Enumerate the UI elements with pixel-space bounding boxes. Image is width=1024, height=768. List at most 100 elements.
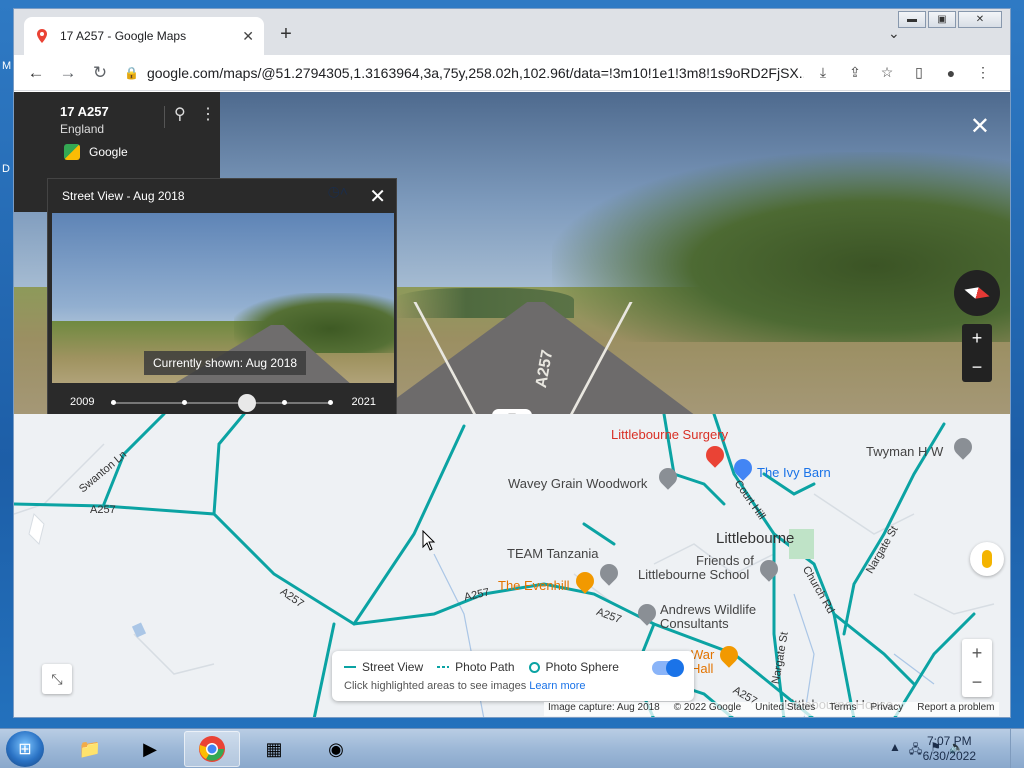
profile-avatar-icon[interactable]: ●	[938, 60, 964, 86]
street-view-layer-toggle[interactable]	[652, 659, 684, 677]
tab-close-icon[interactable]: ✕	[242, 28, 254, 45]
browser-menu-icon[interactable]: ⋮	[970, 60, 996, 86]
history-clock-icon[interactable]: ◷˄	[328, 184, 348, 199]
year-end-label: 2021	[351, 396, 376, 408]
slider-tick[interactable]	[182, 400, 187, 405]
slider-tick[interactable]	[328, 400, 333, 405]
time-travel-panel: ◷˄ Street View - Aug 2018 ✕ Currently sh…	[47, 178, 397, 424]
map-zoom-controls: + −	[962, 639, 992, 697]
place-littlebourne[interactable]: Littlebourne	[716, 530, 794, 547]
poi-war[interactable]: War	[691, 647, 714, 662]
back-button[interactable]: ←	[20, 57, 52, 89]
slider-tick[interactable]	[111, 400, 116, 405]
poi-twyman-hw[interactable]: Twyman H W	[866, 444, 943, 459]
historic-preview-image[interactable]: Currently shown: Aug 2018	[52, 213, 394, 383]
close-time-travel-icon[interactable]: ✕	[369, 184, 386, 209]
side-panel-icon[interactable]: ▯	[906, 60, 932, 86]
photo-path-line-icon	[437, 666, 450, 668]
source-label: Google	[89, 145, 128, 159]
close-street-view-icon[interactable]: ✕	[970, 112, 990, 141]
poi-andrews-wildlife[interactable]: Andrews Wildlife	[660, 602, 756, 617]
street-view-legend: Street View Photo Path Photo Sphere Clic…	[332, 651, 694, 701]
tray-expand-icon[interactable]: ▲	[889, 740, 901, 761]
legend-photo-path: Photo Path	[437, 660, 515, 674]
tab-title: 17 A257 - Google Maps	[60, 29, 187, 43]
network-icon[interactable]: 🖧	[909, 740, 922, 761]
country-link[interactable]: United States	[755, 702, 815, 716]
divider	[164, 106, 165, 128]
address-region: England	[60, 122, 105, 136]
map-footer: Image capture: Aug 2018 © 2022 Google Un…	[544, 702, 999, 716]
learn-more-link[interactable]: Learn more	[529, 680, 585, 692]
legend-label: Photo Sphere	[545, 660, 619, 674]
slider-tick[interactable]	[282, 400, 287, 405]
desktop-icon-label: D	[2, 163, 10, 175]
start-button[interactable]: ⊞	[6, 731, 44, 767]
browser-window: 17 A257 - Google Maps ✕ + ⌄ ▬ ▣ ✕ ← → ↻ …	[13, 8, 1011, 718]
system-clock[interactable]: 7:07 PM 6/30/2022	[923, 734, 976, 764]
street-view-zoom: + −	[962, 324, 992, 382]
maximize-button[interactable]: ▣	[928, 11, 956, 28]
bookmark-star-icon[interactable]: ☆	[874, 60, 900, 86]
location-pin-icon[interactable]: ⚲	[174, 104, 186, 124]
terms-link[interactable]: Terms	[829, 702, 856, 716]
pegman-icon[interactable]	[970, 542, 1004, 576]
poi-friends-of[interactable]: Friends of	[696, 553, 754, 568]
share-icon[interactable]: ⇪	[842, 60, 868, 86]
tab-google-maps[interactable]: 17 A257 - Google Maps ✕	[24, 17, 264, 55]
compass-icon[interactable]	[954, 270, 1000, 316]
tab-strip: 17 A257 - Google Maps ✕ + ⌄ ▬ ▣ ✕	[14, 9, 1010, 55]
chrome-icon	[199, 736, 225, 762]
poi-wavey-grain-woodwork[interactable]: Wavey Grain Woodwork	[508, 476, 647, 491]
explorer-taskbar-icon[interactable]: 📁	[62, 731, 118, 767]
forward-button[interactable]: →	[52, 57, 84, 89]
year-start-label: 2009	[70, 396, 95, 408]
fullscreen-icon[interactable]: ⤡	[42, 664, 72, 694]
street-view-line-icon	[344, 666, 356, 668]
control-panel-taskbar-icon[interactable]: ▦	[246, 731, 302, 767]
slider-track[interactable]	[111, 402, 331, 404]
poi-the-evenhill[interactable]: The Evenhill	[498, 578, 570, 593]
minimize-button[interactable]: ▬	[898, 11, 926, 28]
chrome-taskbar-icon[interactable]	[184, 731, 240, 767]
toolbar-icons: ⤓ ⇪ ☆ ▯ ● ⋮	[810, 60, 996, 86]
map-zoom-in-button[interactable]: +	[962, 639, 992, 668]
poi-andrews-wildlife-consultants[interactable]: Consultants	[660, 616, 729, 631]
reload-button[interactable]: ↻	[84, 57, 116, 89]
privacy-link[interactable]: Privacy	[870, 702, 903, 716]
poi-team-tanzania[interactable]: TEAM Tanzania	[507, 546, 599, 561]
panorama-trees	[552, 152, 1010, 342]
road-a257: A257	[90, 504, 116, 516]
install-app-icon[interactable]: ⤓	[810, 60, 836, 86]
slider-handle[interactable]	[238, 394, 257, 412]
clock-time: 7:07 PM	[926, 734, 972, 748]
poi-the-ivy-barn[interactable]: The Ivy Barn	[757, 465, 831, 480]
show-desktop-button[interactable]	[1010, 729, 1024, 768]
photo-sphere-icon	[528, 661, 540, 673]
mouse-cursor-icon	[422, 530, 436, 551]
currently-shown-label: Currently shown: Aug 2018	[144, 351, 307, 375]
year-slider[interactable]: 2009 2021	[48, 391, 396, 415]
new-tab-button[interactable]: +	[274, 23, 298, 46]
image-capture-date: Image capture: Aug 2018	[548, 702, 660, 713]
map-view[interactable]: Littlebourne Surgery The Ivy Barn Twyman…	[14, 414, 1010, 717]
map-zoom-out-button[interactable]: −	[962, 668, 992, 697]
legend-street-view: Street View	[344, 660, 423, 674]
url-text: google.com/maps/@51.2794305,1.3163964,3a…	[146, 64, 804, 81]
google-maps-logo-icon	[64, 144, 80, 160]
poi-hall[interactable]: Hall	[691, 661, 713, 676]
legend-label: Street View	[362, 660, 424, 674]
report-problem-link[interactable]: Report a problem	[917, 702, 994, 716]
close-window-button[interactable]: ✕	[958, 11, 1002, 28]
poi-littlebourne-school[interactable]: Littlebourne School	[638, 567, 749, 582]
zoom-out-button[interactable]: −	[962, 353, 992, 382]
zoom-in-button[interactable]: +	[962, 324, 992, 353]
media-player-taskbar-icon[interactable]: ▶	[122, 731, 178, 767]
more-options-icon[interactable]: ⋮	[200, 104, 216, 124]
copyright: © 2022 Google	[673, 702, 742, 713]
time-travel-heading: Street View - Aug 2018	[62, 188, 185, 203]
network-tool-taskbar-icon[interactable]: ◉	[308, 731, 364, 767]
address-title: 17 A257	[60, 104, 109, 119]
poi-littlebourne-surgery[interactable]: Littlebourne Surgery	[611, 427, 728, 442]
address-bar[interactable]: 🔒 google.com/maps/@51.2794305,1.3163964,…	[124, 59, 804, 87]
